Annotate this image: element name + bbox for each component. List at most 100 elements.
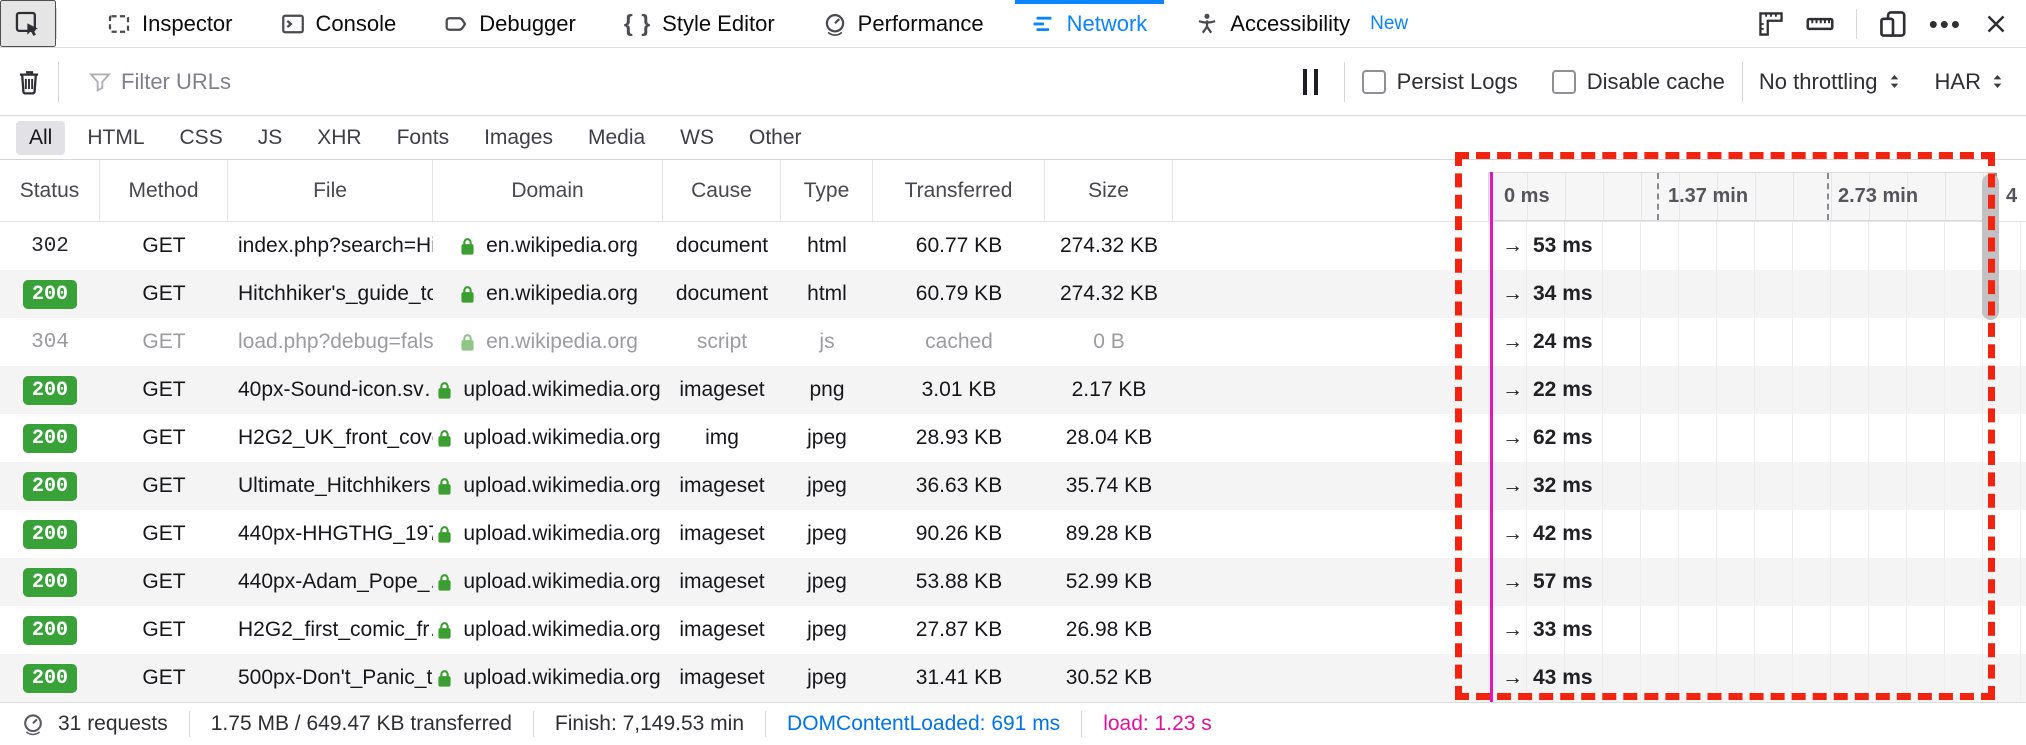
waterfall-duration: 57 ms	[1533, 570, 1593, 594]
performance-analysis-icon[interactable]	[21, 712, 45, 736]
column-header-status[interactable]: Status	[0, 160, 100, 221]
secure-lock-icon	[435, 476, 454, 497]
network-icon	[1032, 12, 1056, 36]
status-cell: 200	[0, 520, 100, 549]
tab-style-editor[interactable]: { } Style Editor	[607, 0, 792, 47]
tab-accessibility[interactable]: Accessibility New	[1178, 0, 1425, 47]
file-cell: H2G2_UK_front_cove…	[228, 426, 433, 450]
network-status-bar: 31 requests 1.75 MB / 649.47 KB transfer…	[0, 702, 2026, 745]
type-filter-js[interactable]: JS	[245, 121, 296, 155]
type-filter-all[interactable]: All	[16, 121, 65, 155]
measure-button[interactable]	[1806, 10, 1834, 38]
size-cell: 26.98 KB	[1045, 618, 1173, 642]
method-cell: GET	[100, 330, 228, 354]
disable-cache-toggle[interactable]: Disable cache	[1552, 69, 1725, 95]
waterfall-duration: 24 ms	[1533, 330, 1593, 354]
persist-logs-checkbox[interactable]	[1362, 70, 1386, 94]
close-devtools-button[interactable]	[1984, 12, 2008, 36]
type-filter-xhr[interactable]: XHR	[304, 121, 374, 155]
type-filter-ws[interactable]: WS	[667, 121, 727, 155]
menu-button[interactable]: •••	[1929, 19, 1962, 29]
type-filter-html[interactable]: HTML	[74, 121, 157, 155]
domain-label: upload.wikimedia.org	[463, 378, 660, 402]
secure-lock-icon	[435, 620, 454, 641]
request-row[interactable]: 200 GET H2G2_UK_front_cove… upload.wikim…	[0, 414, 2026, 462]
toolbar-divider	[1344, 62, 1345, 102]
domain-cell: en.wikipedia.org	[433, 330, 663, 354]
type-filter-other[interactable]: Other	[736, 121, 815, 155]
domain-cell: en.wikipedia.org	[433, 282, 663, 306]
tab-performance[interactable]: Performance	[806, 0, 1001, 47]
column-header-transferred[interactable]: Transferred	[873, 160, 1045, 221]
throttling-select[interactable]: No throttling	[1759, 69, 1903, 95]
request-row[interactable]: 304 GET load.php?debug=fals… en.wikipedi…	[0, 318, 2026, 366]
type-filter-images[interactable]: Images	[471, 121, 566, 155]
timeline-tick: 2.73 min	[1827, 173, 1918, 220]
request-row[interactable]: 200 GET 440px-HHGTHG_197… upload.wikimed…	[0, 510, 2026, 558]
type-filter-css[interactable]: CSS	[167, 121, 236, 155]
tab-debugger[interactable]: Debugger	[427, 0, 593, 47]
transferred-cell: 36.63 KB	[873, 474, 1045, 498]
waterfall-cell: → 33 ms	[1488, 606, 2026, 654]
status-cell: 302	[0, 235, 100, 258]
waterfall-timeline-header[interactable]: 0 ms 1.37 min 2.73 min 4	[1488, 172, 1996, 221]
cause-cell: imageset	[663, 666, 781, 690]
transferred-cell: 60.77 KB	[873, 234, 1045, 258]
domain-label: en.wikipedia.org	[486, 234, 638, 258]
column-header-size[interactable]: Size	[1045, 160, 1173, 221]
filter-urls-input[interactable]	[121, 69, 541, 95]
request-row[interactable]: 200 GET Ultimate_Hitchhikers… upload.wik…	[0, 462, 2026, 510]
tab-network[interactable]: Network	[1015, 0, 1165, 47]
waterfall-duration: 53 ms	[1533, 234, 1593, 258]
waterfall-arrow-icon: →	[1502, 474, 1523, 498]
tool-tabs: Inspector Console Debugger	[83, 0, 1432, 47]
transferred-cell: 90.26 KB	[873, 522, 1045, 546]
type-cell: png	[781, 378, 873, 402]
trash-icon	[15, 68, 43, 96]
file-cell: 500px-Don't_Panic_t…	[228, 666, 433, 690]
waterfall-duration: 43 ms	[1533, 666, 1593, 690]
tab-inspector[interactable]: Inspector	[90, 0, 250, 47]
request-row[interactable]: 302 GET index.php?search=Hi… en.wikipedi…	[0, 222, 2026, 270]
request-table-header: Status Method File Domain Cause Type Tra…	[0, 160, 2026, 222]
type-filter-fonts[interactable]: Fonts	[384, 121, 463, 155]
waterfall-duration: 34 ms	[1533, 282, 1593, 306]
node-picker-button[interactable]	[0, 0, 56, 47]
request-row[interactable]: 200 GET Hitchhiker's_guide_to… en.wikipe…	[0, 270, 2026, 318]
transferred-cell: 27.87 KB	[873, 618, 1045, 642]
node-picker-icon	[15, 11, 41, 37]
disable-cache-checkbox[interactable]	[1552, 70, 1576, 94]
size-cell: 28.04 KB	[1045, 426, 1173, 450]
waterfall-duration: 33 ms	[1533, 618, 1593, 642]
accessibility-icon	[1195, 12, 1219, 36]
waterfall-arrow-icon: →	[1502, 570, 1523, 594]
request-row[interactable]: 200 GET 500px-Don't_Panic_t… upload.wiki…	[0, 654, 2026, 702]
vertical-scrollbar-thumb[interactable]	[1982, 174, 1999, 320]
column-header-domain[interactable]: Domain	[433, 160, 663, 221]
pause-icon	[1303, 69, 1318, 95]
request-row[interactable]: 200 GET H2G2_first_comic_fr… upload.wiki…	[0, 606, 2026, 654]
column-header-file[interactable]: File	[228, 160, 433, 221]
meatballs-icon: •••	[1929, 19, 1962, 29]
performance-icon	[823, 12, 847, 36]
responsive-mode-button[interactable]	[1879, 10, 1907, 38]
column-header-method[interactable]: Method	[100, 160, 228, 221]
rulers-icon	[1758, 11, 1784, 37]
persist-logs-toggle[interactable]: Persist Logs	[1362, 69, 1518, 95]
request-row[interactable]: 200 GET 440px-Adam_Pope_… upload.wikimed…	[0, 558, 2026, 606]
measure-icon	[1806, 10, 1834, 38]
cause-cell: imageset	[663, 618, 781, 642]
secure-lock-icon	[458, 332, 477, 353]
clear-requests-button[interactable]	[0, 68, 58, 96]
request-row[interactable]: 200 GET 40px-Sound-icon.sv… upload.wikim…	[0, 366, 2026, 414]
domain-label: en.wikipedia.org	[486, 282, 638, 306]
har-menu[interactable]: HAR	[1935, 69, 2006, 95]
type-filter-media[interactable]: Media	[575, 121, 658, 155]
pause-traffic-button[interactable]	[1277, 69, 1344, 95]
tab-console[interactable]: Console	[264, 0, 414, 47]
type-cell: jpeg	[781, 426, 873, 450]
column-header-cause[interactable]: Cause	[663, 160, 781, 221]
rulers-button[interactable]	[1758, 11, 1784, 37]
waterfall-cell: → 62 ms	[1488, 414, 2026, 462]
column-header-type[interactable]: Type	[781, 160, 873, 221]
